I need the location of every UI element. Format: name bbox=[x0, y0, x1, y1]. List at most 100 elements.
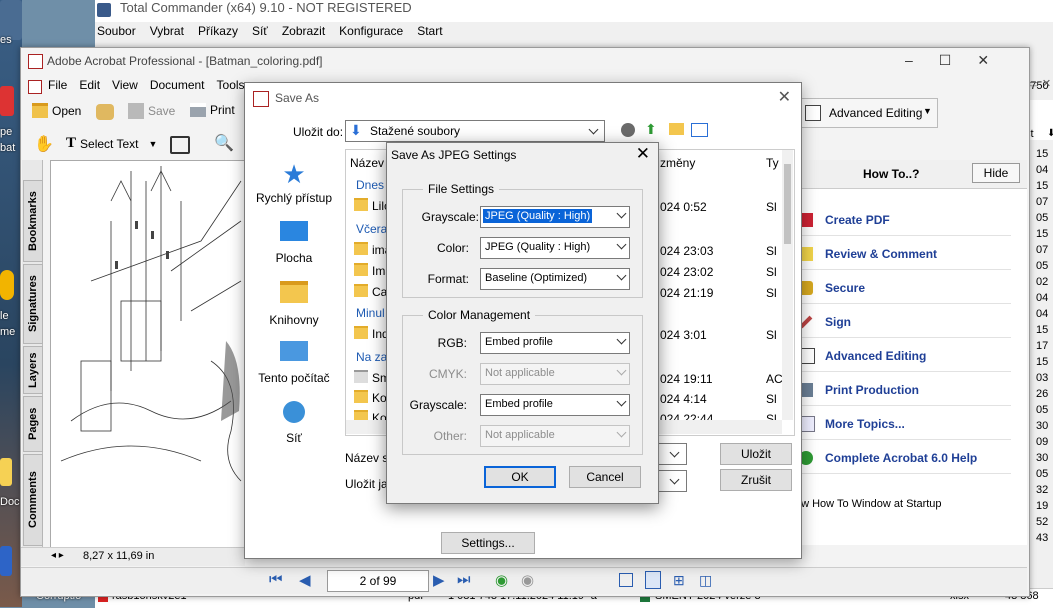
page-number-field[interactable]: 2 of 99 bbox=[327, 570, 429, 592]
go-back-icon[interactable]: ◉ bbox=[495, 571, 508, 589]
new-folder-icon[interactable] bbox=[669, 123, 684, 135]
location-label: Uložit do: bbox=[293, 125, 344, 139]
list-item[interactable]: Cal bbox=[354, 284, 390, 299]
tc-menu-item[interactable]: Síť bbox=[252, 24, 268, 38]
group-today[interactable]: Dnes bbox=[356, 178, 384, 192]
list-item[interactable]: Sm bbox=[354, 370, 390, 385]
tab-signatures[interactable]: Signatures bbox=[23, 264, 43, 344]
howto-secure[interactable]: Secure bbox=[791, 273, 1011, 304]
tc-menu: Soubor Vybrat Příkazy Síť Zobrazit Konfi… bbox=[97, 24, 443, 38]
howto-create-pdf[interactable]: Create PDF bbox=[791, 205, 1011, 236]
tc-number-cell: 15 bbox=[1036, 324, 1049, 336]
tc-number-cell: 19 bbox=[1036, 500, 1049, 512]
single-page-icon[interactable] bbox=[619, 573, 633, 587]
settings-button[interactable]: Settings... bbox=[441, 532, 535, 554]
howto-sign[interactable]: Sign bbox=[791, 307, 1011, 338]
save-type-dropdown[interactable] bbox=[657, 470, 687, 492]
tab-pages[interactable]: Pages bbox=[23, 396, 43, 452]
facing-icon[interactable]: ⊞ bbox=[673, 572, 685, 589]
tc-number-cell: 05 bbox=[1036, 260, 1049, 272]
chevron-down-icon bbox=[669, 474, 680, 485]
advanced-editing-button[interactable]: Advanced Editing ▼ bbox=[798, 98, 938, 128]
group-last-week[interactable]: Minul bbox=[356, 306, 385, 320]
tc-menu-item[interactable]: Zobrazit bbox=[282, 24, 325, 38]
howto-complete-help[interactable]: Complete Acrobat 6.0 Help bbox=[791, 443, 1011, 474]
place-quick-access[interactable]: ★ Rychlý přístup bbox=[245, 161, 343, 205]
tc-number-cell: 04 bbox=[1036, 308, 1049, 320]
file-name-dropdown[interactable] bbox=[657, 443, 687, 465]
print-label: Print bbox=[210, 103, 235, 117]
next-page-icon[interactable]: ▶ bbox=[433, 571, 445, 589]
hand-tool-icon[interactable]: ✋ bbox=[34, 134, 54, 153]
list-item[interactable]: Ind bbox=[354, 326, 389, 341]
color-compression-select[interactable]: JPEG (Quality : High) bbox=[480, 237, 630, 259]
up-folder-icon[interactable]: ⬆ bbox=[645, 121, 657, 138]
desktop-icon-2[interactable] bbox=[0, 86, 14, 116]
tc-menu-item[interactable]: Konfigurace bbox=[339, 24, 403, 38]
place-this-pc[interactable]: Tento počítač bbox=[245, 341, 343, 385]
group-yesterday[interactable]: Včera bbox=[356, 222, 387, 236]
desktop-icon-5[interactable] bbox=[0, 546, 12, 576]
desktop-icon-4[interactable] bbox=[0, 458, 12, 486]
acrobat-menu-view[interactable]: View bbox=[112, 78, 138, 92]
howto-print-production[interactable]: Print Production bbox=[791, 375, 1011, 406]
rgb-profile-select[interactable]: Embed profile bbox=[480, 332, 630, 354]
grayscale-profile-label: Grayscale: bbox=[409, 398, 467, 412]
view-menu-icon[interactable] bbox=[691, 123, 708, 137]
tab-comments[interactable]: Comments bbox=[23, 454, 43, 546]
acrobat-menu-tools[interactable]: Tools bbox=[217, 78, 245, 92]
place-libraries[interactable]: Knihovny bbox=[245, 281, 343, 327]
howto-more-topics[interactable]: More Topics... bbox=[791, 409, 1011, 440]
save-button[interactable]: Uložit bbox=[720, 443, 792, 465]
desktop-icon-3[interactable] bbox=[0, 270, 14, 300]
tab-bookmarks[interactable]: Bookmarks bbox=[23, 180, 43, 262]
format-select[interactable]: Baseline (Optimized) bbox=[480, 268, 630, 290]
place-desktop[interactable]: Plocha bbox=[245, 221, 343, 265]
zoom-icon[interactable]: 🔍 bbox=[214, 133, 234, 153]
cancel-button[interactable]: Zrušit bbox=[720, 469, 792, 491]
cancel-button[interactable]: Cancel bbox=[569, 466, 641, 488]
location-dropdown[interactable]: ⬇ Stažené soubory bbox=[345, 120, 605, 142]
vertical-scrollbar[interactable] bbox=[782, 150, 793, 420]
continuous-facing-icon[interactable]: ◫ bbox=[699, 572, 712, 589]
scrollbar-thumb[interactable] bbox=[784, 164, 791, 244]
open-button[interactable]: Open bbox=[32, 103, 81, 118]
column-name[interactable]: Název bbox=[350, 156, 384, 170]
howto-advanced-editing[interactable]: Advanced Editing bbox=[791, 341, 1011, 372]
print-button[interactable]: Print bbox=[190, 103, 235, 117]
back-icon[interactable] bbox=[621, 123, 635, 137]
ok-button[interactable]: OK bbox=[484, 466, 556, 488]
go-forward-icon[interactable]: ◉ bbox=[521, 571, 534, 589]
group-earlier[interactable]: Na za bbox=[356, 350, 387, 364]
column-type[interactable]: Ty bbox=[766, 156, 779, 170]
tc-menu-item[interactable]: Soubor bbox=[97, 24, 136, 38]
show-at-startup-label[interactable]: ow How To Window at Startup bbox=[795, 498, 942, 510]
acrobat-menu-file[interactable]: File bbox=[48, 78, 67, 92]
hide-button[interactable]: Hide bbox=[972, 163, 1020, 183]
place-network[interactable]: Síť bbox=[245, 401, 343, 445]
tc-menu-item[interactable]: Vybrat bbox=[150, 24, 184, 38]
select-text-button[interactable]: T Select Text ▼ bbox=[66, 135, 157, 152]
first-page-icon[interactable]: ⏮ bbox=[269, 571, 283, 588]
close-icon[interactable]: ✕ bbox=[778, 87, 791, 107]
document-view[interactable] bbox=[50, 160, 247, 549]
snapshot-icon[interactable] bbox=[170, 136, 190, 154]
list-item[interactable]: Lilc bbox=[354, 198, 390, 213]
scroll-arrows-icon[interactable]: ◂ ▸ bbox=[51, 550, 64, 561]
organizer-icon[interactable] bbox=[96, 104, 114, 120]
acrobat-menu-edit[interactable]: Edit bbox=[79, 78, 100, 92]
tc-menu-item[interactable]: Příkazy bbox=[198, 24, 238, 38]
close-icon[interactable]: ✕ bbox=[636, 144, 650, 164]
tc-menu-item[interactable]: Start bbox=[417, 24, 442, 38]
tab-layers[interactable]: Layers bbox=[23, 346, 43, 394]
acrobat-menu-document[interactable]: Document bbox=[150, 78, 205, 92]
acrobat-window-controls[interactable]: –☐✕ bbox=[905, 52, 1015, 69]
save-button[interactable]: Save bbox=[128, 103, 175, 119]
grayscale-compression-select[interactable]: JPEG (Quality : High) bbox=[480, 206, 630, 228]
continuous-icon[interactable] bbox=[645, 571, 661, 589]
grayscale-profile-select[interactable]: Embed profile bbox=[480, 394, 630, 416]
column-date[interactable]: změny bbox=[660, 156, 695, 170]
previous-page-icon[interactable]: ◀ bbox=[299, 571, 311, 589]
howto-review-comment[interactable]: Review & Comment bbox=[791, 239, 1011, 270]
last-page-icon[interactable]: ⏭ bbox=[457, 571, 471, 588]
